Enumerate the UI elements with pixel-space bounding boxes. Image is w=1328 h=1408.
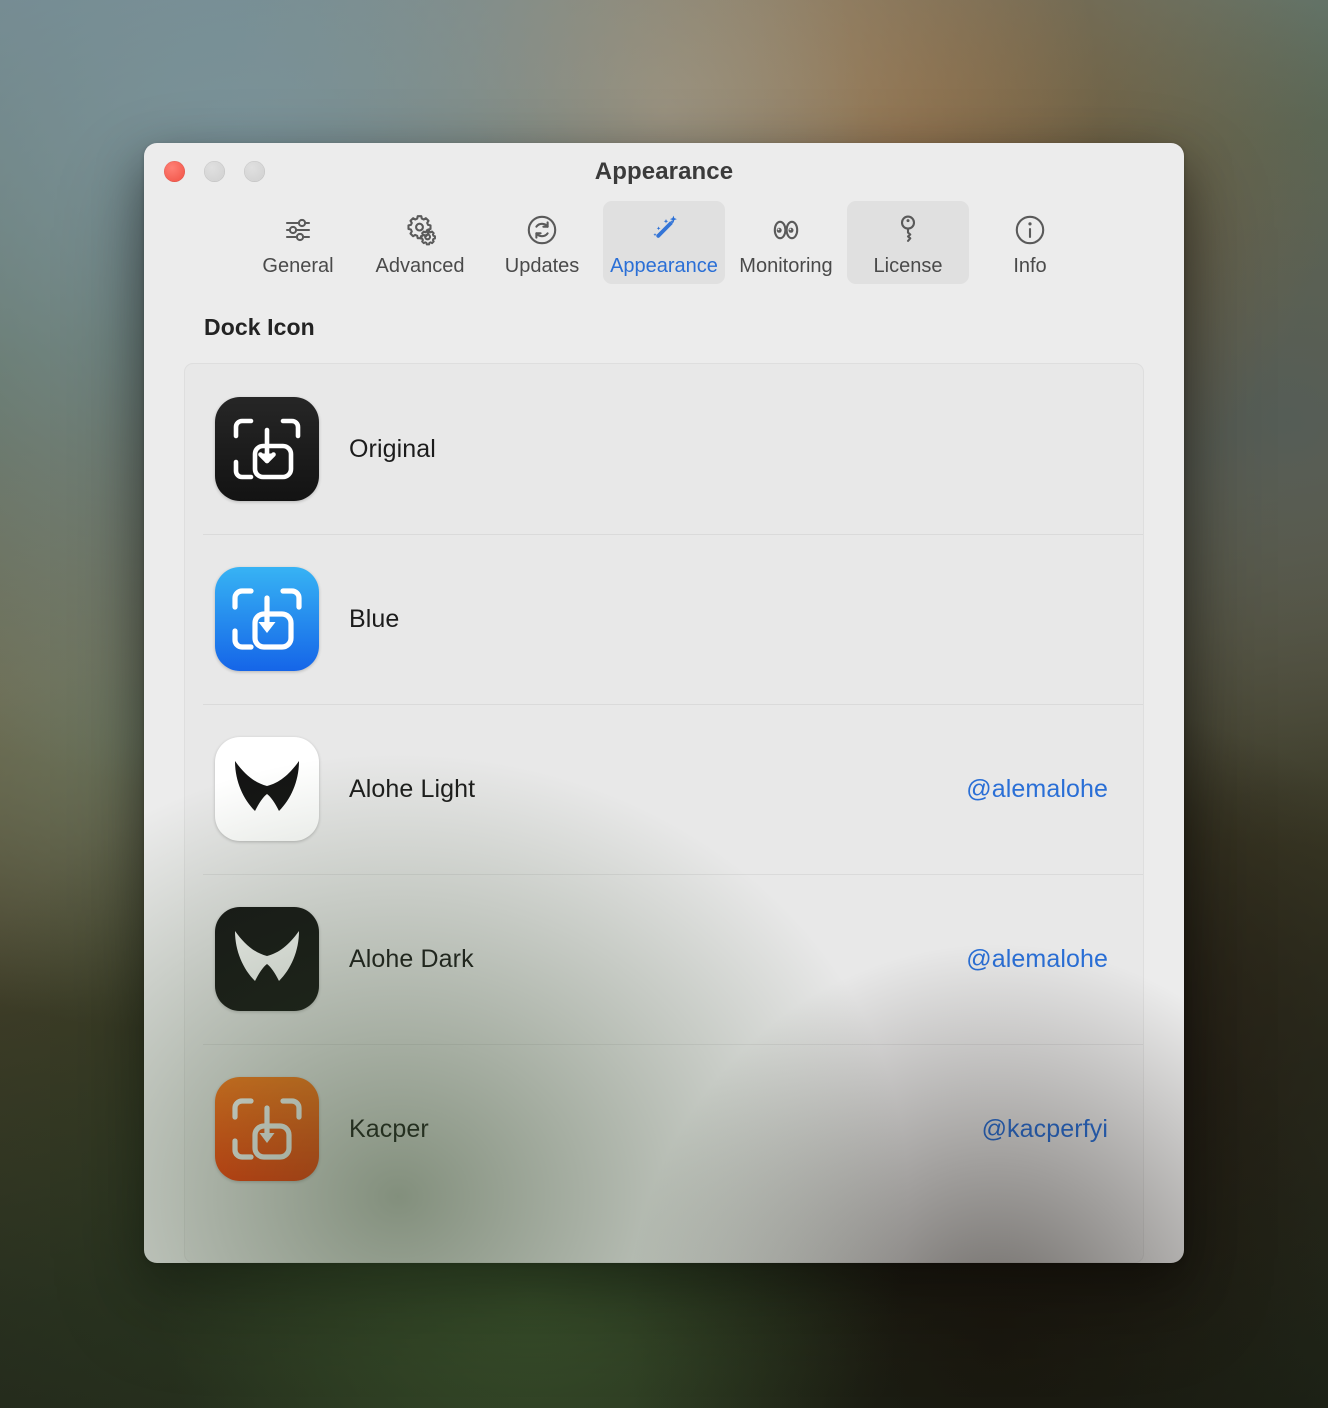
list-item-label: Kacper xyxy=(349,1114,429,1143)
list-item-label: Blue xyxy=(349,604,400,633)
tab-label: General xyxy=(262,255,334,277)
list-item-label: Alohe Dark xyxy=(349,944,474,973)
preferences-content: Dock Icon Original Blue Alohe Light @ale… xyxy=(144,297,1184,1263)
sliders-icon xyxy=(280,211,316,249)
refresh-icon xyxy=(524,211,560,249)
list-item[interactable]: Alohe Light @alemalohe xyxy=(185,704,1143,874)
list-item-label: Original xyxy=(349,434,436,463)
tab-label: License xyxy=(873,255,943,277)
app-icon-kacper xyxy=(215,1077,319,1181)
tab-monitoring[interactable]: Monitoring xyxy=(725,201,847,284)
tab-label: Advanced xyxy=(375,255,465,277)
list-item-credit[interactable]: @kacperfyi xyxy=(982,1115,1108,1144)
app-icon-alohe-dark xyxy=(215,907,319,1011)
list-item[interactable]: Blue xyxy=(185,534,1143,704)
tab-info[interactable]: Info xyxy=(969,201,1091,284)
tab-license[interactable]: License xyxy=(847,201,969,284)
app-icon-original xyxy=(215,397,319,501)
key-icon xyxy=(890,211,926,249)
tab-general[interactable]: General xyxy=(237,201,359,284)
window-titlebar[interactable]: Appearance xyxy=(144,143,1184,201)
tab-updates[interactable]: Updates xyxy=(481,201,603,284)
app-icon-blue xyxy=(215,567,319,671)
list-item-label: Alohe Light xyxy=(349,774,476,803)
window-title: Appearance xyxy=(594,158,734,185)
list-item-credit[interactable]: @alemalohe xyxy=(966,945,1108,974)
dock-icon-list: Original Blue Alohe Light @alemalohe Alo… xyxy=(184,363,1144,1263)
app-icon-alohe-light xyxy=(215,737,319,841)
preferences-window: Appearance General Advanced Updates Appe… xyxy=(144,143,1184,1263)
section-title: Dock Icon xyxy=(204,314,315,340)
tab-label: Info xyxy=(1013,255,1047,277)
tab-label: Appearance xyxy=(610,255,718,277)
desktop-wallpaper: Appearance General Advanced Updates Appe… xyxy=(0,0,1328,1408)
tab-appearance[interactable]: Appearance xyxy=(603,201,725,284)
eyes-icon xyxy=(768,211,804,249)
list-item[interactable]: Kacper @kacperfyi xyxy=(185,1044,1143,1214)
list-item[interactable]: Original xyxy=(185,364,1143,534)
info-circle-icon xyxy=(1012,211,1048,249)
tab-label: Monitoring xyxy=(739,255,833,277)
list-item[interactable]: Alohe Dark @alemalohe xyxy=(185,874,1143,1044)
gears-icon xyxy=(402,211,438,249)
magic-wand-icon xyxy=(646,211,682,249)
preferences-toolbar: General Advanced Updates Appearance Moni… xyxy=(144,201,1184,297)
list-item-credit[interactable]: @alemalohe xyxy=(966,775,1108,804)
tab-label: Updates xyxy=(504,255,580,277)
tab-advanced[interactable]: Advanced xyxy=(359,201,481,284)
